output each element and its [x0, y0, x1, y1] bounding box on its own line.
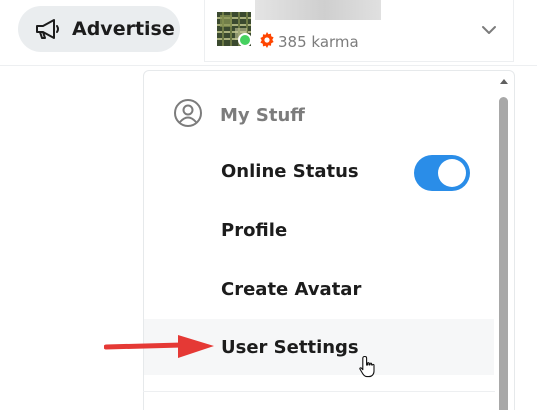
dropdown-scrollbar[interactable]	[496, 70, 513, 410]
menu-item-label: User Settings	[221, 336, 359, 358]
megaphone-icon	[34, 17, 62, 41]
menu-item-label: Create Avatar	[221, 278, 362, 300]
online-status-toggle[interactable]	[414, 155, 470, 191]
username-redacted	[255, 0, 381, 20]
section-title: My Stuff	[220, 105, 305, 126]
top-bar: Advertise 385 karma	[0, 0, 537, 66]
advertise-label: Advertise	[72, 18, 175, 40]
advertise-button[interactable]: Advertise	[18, 6, 180, 52]
toggle-knob	[438, 159, 466, 187]
karma-info: 385 karma	[259, 32, 359, 52]
hand-cursor-icon	[359, 355, 377, 383]
online-status-dot	[238, 33, 252, 47]
my-stuff-section-header: My Stuff	[172, 97, 305, 134]
menu-item-label: Online Status	[221, 160, 359, 182]
menu-item-online-status[interactable]: Online Status	[144, 143, 494, 199]
user-circle-icon	[172, 97, 204, 134]
menu-item-create-avatar[interactable]: Create Avatar	[144, 261, 494, 317]
scroll-up-arrow-icon[interactable]	[500, 79, 508, 84]
annotation-arrow-icon	[103, 334, 216, 364]
karma-icon	[259, 32, 275, 52]
menu-item-label: Profile	[221, 219, 288, 241]
menu-divider	[143, 391, 495, 392]
user-menu-trigger[interactable]: 385 karma	[204, 0, 514, 62]
scrollbar-thumb[interactable]	[499, 97, 508, 410]
karma-text: 385 karma	[278, 33, 359, 51]
menu-item-profile[interactable]: Profile	[144, 202, 494, 258]
chevron-down-icon[interactable]	[479, 20, 499, 40]
